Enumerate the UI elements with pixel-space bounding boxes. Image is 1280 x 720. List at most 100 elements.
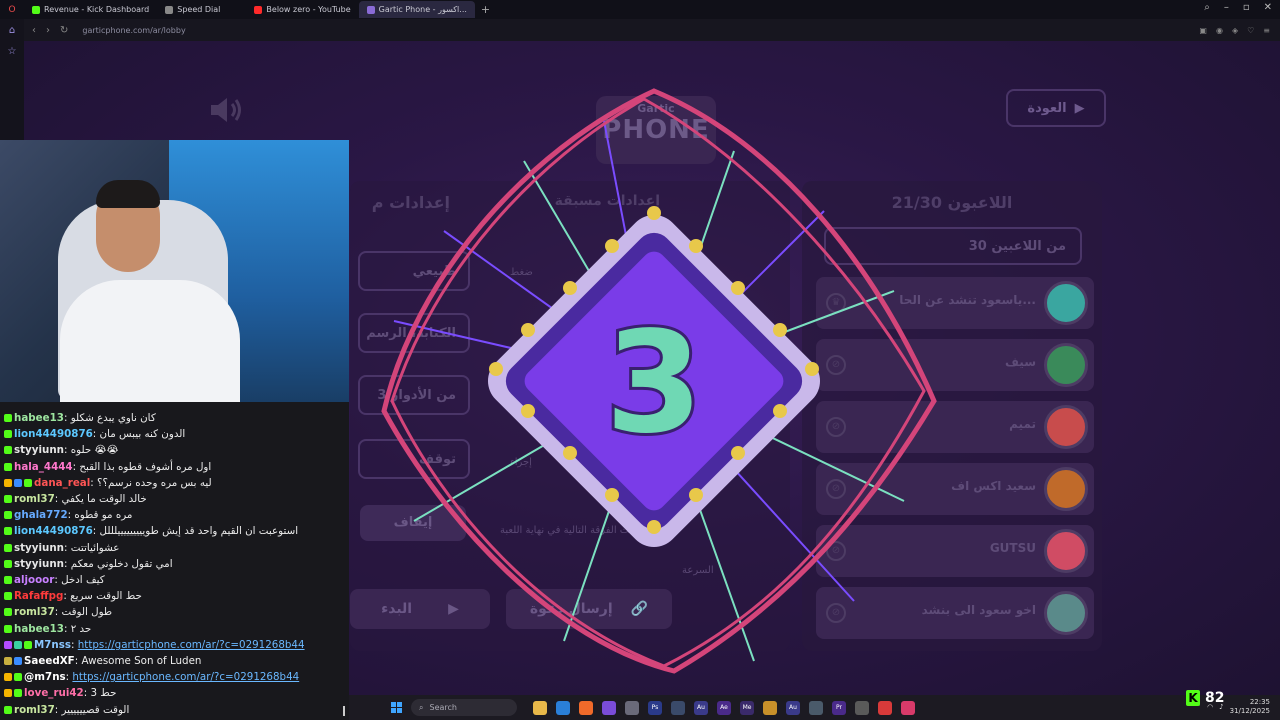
brave-icon[interactable] [579, 700, 593, 715]
chat-link[interactable]: https://garticphone.com/ar/?c=0291268b44 [78, 639, 305, 651]
play-arrow-icon: ▶ [1074, 100, 1085, 116]
camera-icon[interactable]: ◉ [1216, 26, 1223, 35]
chat-message: lion44490876: الدون كنه بيبس مان [4, 426, 349, 442]
kick-badge-icon [4, 592, 12, 601]
kick-badge-icon [4, 624, 12, 633]
chat-message: Rafaffpg: حط الوقت سريع [4, 588, 349, 604]
webcam-person-hair [96, 180, 160, 208]
player-name: سيف [1005, 355, 1036, 369]
toolbar-icons: ▣ ◉ ◈ ♡ ≡ [1199, 26, 1270, 35]
extension-icon[interactable]: ▣ [1199, 26, 1207, 35]
kick-badge-icon [4, 559, 12, 568]
kick-icon [32, 5, 40, 14]
chat-message: habee13: حد ٢ [4, 621, 349, 637]
menu-icon[interactable]: ≡ [1263, 26, 1270, 35]
home-icon[interactable]: ⌂ [9, 25, 15, 36]
crown-badge-icon [4, 673, 12, 682]
kick-badge-icon [14, 673, 22, 682]
after-effects-icon[interactable]: Ae [717, 700, 731, 715]
player-name: سعيد اكس اف [951, 479, 1036, 493]
speaker-icon[interactable] [209, 96, 243, 124]
kick-badge-icon [24, 478, 32, 487]
shield-icon[interactable]: ◈ [1232, 26, 1238, 35]
audition-icon[interactable]: Au [694, 700, 708, 715]
star-icon[interactable]: ☆ [8, 46, 17, 57]
chat-message: ghala772: مره مو قطوه [4, 507, 349, 523]
chat-message: SaeedXF: Awesome Son of Luden [4, 653, 349, 669]
chat-message: dana_real: ليه بس مره وحده نرسم؟؟ [4, 475, 349, 491]
audition-icon[interactable]: Au [786, 700, 800, 715]
avatar [1044, 343, 1088, 387]
media-encoder-icon[interactable]: Me [740, 700, 754, 715]
chat-message: lion44490876: استوعبت ان القيم واحد قد إ… [4, 523, 349, 539]
clock[interactable]: 22:35 31/12/2025 [1230, 698, 1270, 716]
chat-message: roml37: الوقت قصيييييير [4, 702, 349, 718]
windows-start-icon[interactable] [391, 701, 403, 714]
premiere-icon[interactable]: Pr [832, 700, 846, 715]
opera-icon[interactable]: O [0, 5, 24, 15]
app-icon[interactable] [901, 700, 915, 715]
vscode-icon[interactable] [556, 700, 570, 715]
kick-badge-icon [4, 576, 12, 585]
minimize-button[interactable]: – [1224, 2, 1229, 13]
crown-badge-icon [4, 478, 12, 487]
chat-message: @m7ns: https://garticphone.com/ar/?c=029… [4, 669, 349, 685]
chat-message: aljooor: كيف ادخل [4, 572, 349, 588]
kick-badge-icon [14, 689, 22, 698]
tab-youtube[interactable]: Below zero - YouTube [246, 1, 358, 18]
kick-badge-icon [4, 527, 12, 536]
countdown-overlay: 3 [381, 88, 937, 674]
app-icon[interactable] [763, 700, 777, 715]
app-icon[interactable] [855, 700, 869, 715]
grid-icon [165, 5, 174, 14]
app-icon[interactable] [625, 700, 639, 715]
tab-gartic-phone[interactable]: Gartic Phone - اكسور... [358, 1, 475, 18]
kick-badge-icon [4, 705, 12, 714]
avatar [1044, 405, 1088, 449]
avatar [1044, 281, 1088, 325]
crown-badge-icon [4, 689, 12, 698]
heart-icon[interactable]: ♡ [1247, 26, 1254, 35]
app-icon[interactable] [671, 700, 685, 715]
webcam-feed [0, 140, 349, 402]
reload-icon[interactable]: ↻ [60, 25, 68, 36]
app-icon[interactable] [809, 700, 823, 715]
gift-badge-icon [14, 640, 22, 649]
kick-badge-icon [4, 414, 12, 422]
sword-badge-icon [14, 478, 22, 487]
browser-sidebar: ⌂ ☆ [0, 19, 24, 140]
chat-message: M7nss: https://garticphone.com/ar/?c=029… [4, 637, 349, 653]
tab-speed-dial[interactable]: Speed Dial [157, 1, 228, 18]
chat-scrollbar[interactable] [343, 706, 345, 716]
youtube-icon [254, 5, 263, 14]
player-name: GUTSU [989, 541, 1036, 555]
close-button[interactable]: ✕ [1264, 2, 1272, 13]
chat-link[interactable]: https://garticphone.com/ar/?c=0291268b44 [72, 671, 299, 683]
new-tab-button[interactable]: + [481, 3, 490, 16]
visual-studio-icon[interactable] [602, 700, 616, 715]
countdown-number: 3 [605, 302, 702, 465]
stream-chat: habee13: كان ناوي يبدع شكلو lion44490876… [0, 402, 349, 720]
opera-icon[interactable] [878, 700, 892, 715]
avatar [1044, 529, 1088, 573]
kick-badge-icon [4, 462, 12, 471]
taskbar-search[interactable]: ⌕ Search [411, 699, 517, 716]
search-icon[interactable]: ⌕ [1204, 2, 1210, 13]
chat-message: hala_4444: اول مره أشوف قطوه بذا القبح [4, 459, 349, 475]
kick-logo-icon: K [1186, 690, 1200, 706]
file-explorer-icon[interactable] [533, 700, 547, 715]
chat-message: roml37: طول الوقت [4, 604, 349, 620]
kick-viewer-count: K 82 [1186, 690, 1224, 706]
back-button[interactable]: العودة ▶ [1006, 89, 1106, 127]
tab-kick-dashboard[interactable]: Revenue - Kick Dashboard [24, 1, 157, 18]
kick-badge-icon [4, 495, 12, 504]
forward-icon[interactable]: › [46, 25, 50, 36]
url-field[interactable]: garticphone.com/ar/lobby [82, 26, 185, 35]
kick-badge-icon [24, 640, 32, 649]
back-icon[interactable]: ‹ [32, 25, 36, 36]
photoshop-icon[interactable]: Ps [648, 700, 662, 715]
kick-badge-icon [4, 511, 12, 520]
browser-tab-bar: O Revenue - Kick Dashboard Speed Dial Be… [0, 0, 1280, 19]
maximize-button[interactable]: ▫ [1243, 2, 1250, 13]
chat-message: roml37: خالد الوقت ما يكفي [4, 491, 349, 507]
